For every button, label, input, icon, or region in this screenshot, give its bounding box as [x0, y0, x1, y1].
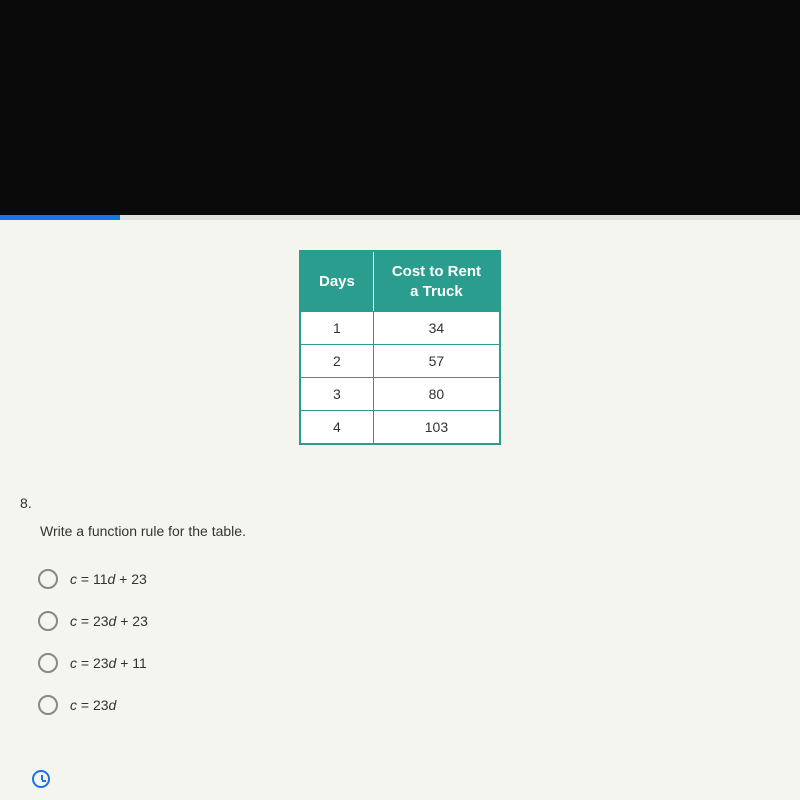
option-d-text: c = 23d — [70, 697, 116, 713]
option-c-text: c = 23d + 11 — [70, 655, 147, 671]
radio-icon — [38, 695, 58, 715]
table-row: 3 80 — [300, 378, 500, 411]
eq-part: = 11 — [77, 571, 108, 587]
option-b[interactable]: c = 23d + 23 — [38, 611, 780, 631]
var-d: d — [109, 697, 117, 713]
data-table: Days Cost to Rent a Truck 1 34 2 57 — [299, 250, 501, 445]
content-area: Days Cost to Rent a Truck 1 34 2 57 — [0, 220, 800, 800]
clock-icon[interactable] — [32, 770, 50, 788]
eq-part: = 23 — [77, 613, 109, 629]
option-b-text: c = 23d + 23 — [70, 613, 148, 629]
question-number: 8. — [20, 495, 780, 511]
option-c[interactable]: c = 23d + 11 — [38, 653, 780, 673]
cell-cost: 34 — [373, 312, 500, 345]
table-row: 1 34 — [300, 312, 500, 345]
header-days: Days — [300, 251, 373, 312]
table-header-row: Days Cost to Rent a Truck — [300, 251, 500, 312]
radio-icon — [38, 611, 58, 631]
rest-part: + 23 — [115, 571, 147, 587]
var-c: c — [70, 655, 77, 671]
option-d[interactable]: c = 23d — [38, 695, 780, 715]
table-row: 2 57 — [300, 345, 500, 378]
radio-icon — [38, 653, 58, 673]
header-cost: Cost to Rent a Truck — [373, 251, 500, 312]
cell-cost: 80 — [373, 378, 500, 411]
eq-part: = 23 — [77, 655, 109, 671]
table-row: 4 103 — [300, 411, 500, 445]
radio-icon — [38, 569, 58, 589]
question-text: Write a function rule for the table. — [40, 523, 780, 539]
cell-days: 1 — [300, 312, 373, 345]
var-c: c — [70, 571, 77, 587]
rest-part: + 23 — [116, 613, 148, 629]
option-a[interactable]: c = 11d + 23 — [38, 569, 780, 589]
option-a-text: c = 11d + 23 — [70, 571, 147, 587]
cell-days: 4 — [300, 411, 373, 445]
header-cost-line2: a Truck — [410, 283, 463, 300]
answer-options: c = 11d + 23 c = 23d + 23 c = 23d + 11 c… — [38, 569, 780, 715]
cell-days: 2 — [300, 345, 373, 378]
cell-cost: 103 — [373, 411, 500, 445]
var-c: c — [70, 697, 77, 713]
eq-part: = 23 — [77, 697, 109, 713]
var-c: c — [70, 613, 77, 629]
cell-days: 3 — [300, 378, 373, 411]
data-table-container: Days Cost to Rent a Truck 1 34 2 57 — [20, 250, 780, 445]
cell-cost: 57 — [373, 345, 500, 378]
rest-part: + 11 — [116, 655, 147, 671]
header-cost-line1: Cost to Rent — [392, 263, 481, 280]
